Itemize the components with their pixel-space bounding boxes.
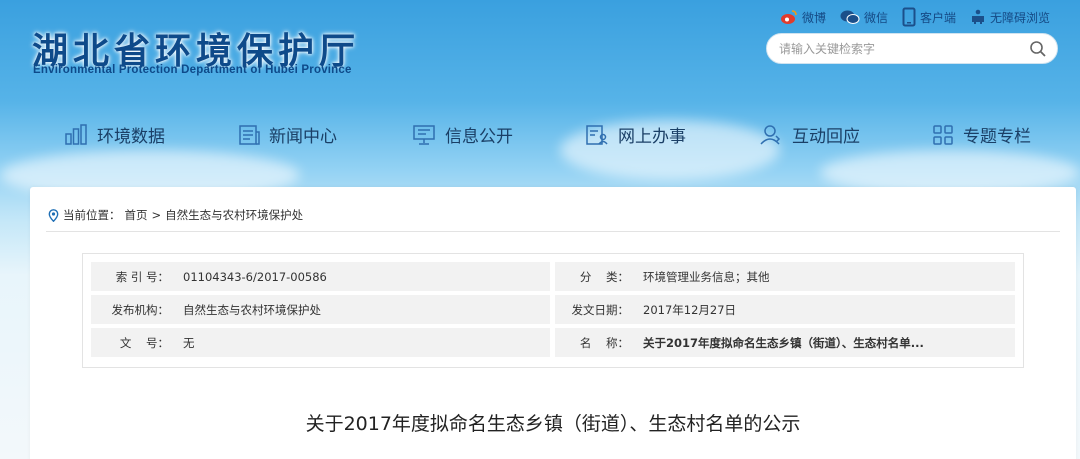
meta-cell-date: 发文日期： 2017年12月27日 bbox=[555, 295, 1015, 324]
meta-value: 环境管理业务信息；其他 bbox=[643, 269, 770, 284]
nav-item-news-center[interactable]: 新闻中心 bbox=[238, 122, 337, 147]
meta-label: 名 称： bbox=[579, 335, 629, 350]
breadcrumb-prefix: 当前位置： bbox=[63, 208, 121, 222]
meta-label: 发文日期： bbox=[571, 302, 630, 317]
search-icon[interactable] bbox=[1029, 40, 1047, 58]
meta-label: 索 引 号： bbox=[115, 269, 169, 284]
site-logo-english: Environmental Protection Department of H… bbox=[33, 64, 352, 76]
meta-value: 自然生态与农村环境保护处 bbox=[183, 302, 321, 317]
document-title: 关于2017年度拟命名生态乡镇（街道）、生态村名单的公示 bbox=[305, 413, 801, 435]
meta-value: 无 bbox=[183, 335, 195, 350]
breadcrumb-current-link[interactable]: 自然生态与农村环境保护处 bbox=[165, 207, 303, 223]
nav-label: 新闻中心 bbox=[269, 127, 337, 147]
nav-item-interaction[interactable]: 互动回应 bbox=[759, 122, 860, 147]
nav-item-online-services[interactable]: 网上办事 bbox=[585, 122, 686, 147]
nav-item-special-topics[interactable]: 专题专栏 bbox=[932, 122, 1031, 147]
meta-row: 索 引 号： 01104343-6/2017-00586 分 类： 环境管理业务… bbox=[91, 262, 1015, 291]
main-nav: 环境数据 新闻中心 信息公开 网上办事 互动回应 专题专栏 bbox=[0, 110, 1080, 160]
meta-row: 发布机构： 自然生态与农村环境保护处 发文日期： 2017年12月27日 bbox=[91, 295, 1015, 324]
nav-label: 互动回应 bbox=[792, 127, 860, 147]
monitor-icon bbox=[413, 124, 435, 145]
nav-label: 环境数据 bbox=[97, 127, 165, 147]
mobile-icon bbox=[902, 7, 916, 27]
breadcrumb-separator: > bbox=[151, 208, 162, 222]
search-box bbox=[766, 33, 1058, 64]
mobile-app-link[interactable]: 客户端 bbox=[902, 7, 956, 27]
mobile-label: 客户端 bbox=[919, 10, 956, 25]
breadcrumb-divider bbox=[46, 231, 1060, 232]
grid-icon bbox=[933, 124, 953, 145]
weibo-link[interactable]: 微博 bbox=[780, 9, 826, 26]
meta-label: 文 号： bbox=[119, 335, 169, 350]
news-icon bbox=[239, 124, 260, 145]
meta-label: 分 类： bbox=[579, 269, 629, 284]
accessibility-icon bbox=[971, 9, 984, 24]
meta-label: 发布机构： bbox=[111, 302, 170, 317]
meta-row: 文 号： 无 名 称： 关于2017年度拟命名生态乡镇（街道）、生态村名单... bbox=[91, 328, 1015, 357]
user-icon bbox=[760, 124, 781, 145]
accessibility-link[interactable]: 无障碍浏览 bbox=[970, 9, 1050, 26]
nav-label: 网上办事 bbox=[618, 127, 686, 147]
meta-value: 2017年12月27日 bbox=[643, 302, 737, 317]
wechat-icon bbox=[840, 10, 860, 24]
accessibility-label: 无障碍浏览 bbox=[989, 10, 1050, 25]
wechat-link[interactable]: 微信 bbox=[840, 9, 888, 26]
content-panel: 当前位置： 首页 > 自然生态与农村环境保护处 索 引 号： 01104343-… bbox=[30, 187, 1076, 459]
weibo-label: 微博 bbox=[801, 10, 826, 25]
breadcrumb: 当前位置： 首页 > 自然生态与农村环境保护处 bbox=[48, 207, 303, 223]
nav-label: 信息公开 bbox=[445, 127, 513, 147]
nav-item-environment-data[interactable]: 环境数据 bbox=[64, 122, 165, 147]
location-pin-icon bbox=[48, 208, 59, 222]
form-user-icon bbox=[586, 124, 608, 145]
meta-cell-docno: 文 号： 无 bbox=[91, 328, 550, 357]
weibo-icon bbox=[780, 10, 797, 24]
document-metadata-table: 索 引 号： 01104343-6/2017-00586 分 类： 环境管理业务… bbox=[82, 253, 1024, 368]
meta-cell-publisher: 发布机构： 自然生态与农村环境保护处 bbox=[91, 295, 550, 324]
nav-item-info-disclosure[interactable]: 信息公开 bbox=[412, 122, 513, 147]
meta-cell-index: 索 引 号： 01104343-6/2017-00586 bbox=[91, 262, 550, 291]
top-links: 微博 微信 客户端 无障碍浏览 bbox=[780, 7, 1050, 27]
breadcrumb-home-link[interactable]: 首页 bbox=[125, 207, 148, 223]
meta-value: 01104343-6/2017-00586 bbox=[183, 269, 327, 284]
meta-cell-category: 分 类： 环境管理业务信息；其他 bbox=[555, 262, 1015, 291]
search-input[interactable] bbox=[779, 41, 1029, 56]
meta-cell-name: 名 称： 关于2017年度拟命名生态乡镇（街道）、生态村名单... bbox=[555, 328, 1015, 357]
bar-chart-icon bbox=[65, 123, 87, 145]
meta-value: 关于2017年度拟命名生态乡镇（街道）、生态村名单... bbox=[643, 335, 924, 350]
wechat-label: 微信 bbox=[863, 10, 888, 25]
nav-label: 专题专栏 bbox=[963, 127, 1031, 147]
